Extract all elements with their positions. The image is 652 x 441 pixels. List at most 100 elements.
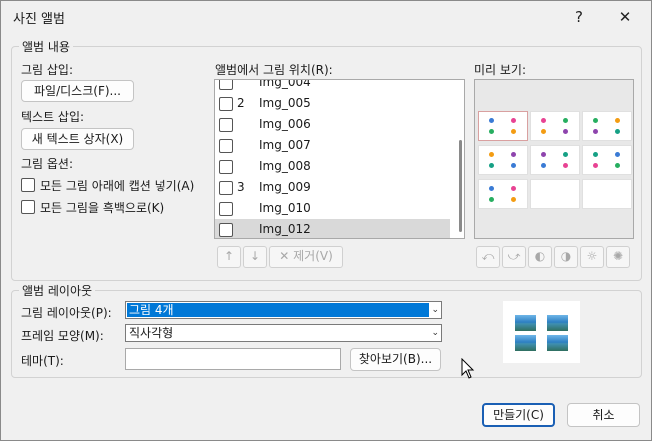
album-layout-legend: 앨범 레이아웃: [19, 282, 96, 299]
preview-dot: [593, 152, 598, 157]
layout-thumb-image: [546, 334, 569, 352]
picture-options-label: 그림 옵션:: [21, 157, 74, 171]
brightness-up-icon[interactable]: ☼: [580, 246, 604, 268]
preview-dot: [511, 186, 516, 191]
remove-icon: ✕: [279, 249, 290, 263]
move-down-button[interactable]: ↓: [243, 246, 267, 268]
chevron-down-icon: ⌄: [431, 328, 439, 338]
layout-thumb-image: [546, 314, 569, 332]
list-item-checkbox[interactable]: [219, 80, 233, 90]
insert-picture-label: 그림 삽입:: [21, 63, 74, 77]
caption-checkbox[interactable]: [21, 178, 35, 192]
list-item-checkbox[interactable]: [219, 97, 233, 111]
remove-label: 제거(V): [293, 249, 333, 263]
list-item[interactable]: Img_004: [215, 80, 450, 93]
preview-dot: [511, 118, 516, 123]
rotate-right-icon[interactable]: ⤻: [502, 246, 526, 268]
preview-dot: [489, 118, 494, 123]
picture-layout-value: 그림 4개: [127, 303, 429, 317]
layout-preview: [503, 301, 580, 363]
photo-album-dialog: 사진 앨범 ? ✕ 앨범 내용 그림 삽입: 파일/디스크(F)... 텍스트 …: [0, 0, 652, 441]
list-item-name: Img_007: [259, 138, 311, 152]
preview-tile: [582, 145, 632, 175]
browse-button[interactable]: 찾아보기(B)...: [350, 348, 441, 371]
preview-dot: [489, 129, 494, 134]
preview-dot: [511, 129, 516, 134]
brightness-down-icon[interactable]: ✺: [606, 246, 630, 268]
preview-dot: [563, 118, 568, 123]
preview-tile: [478, 111, 528, 141]
preview-dot: [489, 186, 494, 191]
album-content-legend: 앨범 내용: [19, 38, 73, 55]
preview-dot: [511, 197, 516, 202]
list-item-name: Img_006: [259, 117, 311, 131]
theme-label: 테마(T):: [21, 354, 64, 368]
list-item[interactable]: 2 Img_005: [215, 93, 450, 114]
list-scrollbar[interactable]: [459, 140, 462, 232]
frame-shape-value: 직사각형: [129, 326, 174, 340]
preview-dot: [511, 163, 516, 168]
list-item-name: Img_009: [259, 180, 311, 194]
list-item-checkbox[interactable]: [219, 139, 233, 153]
layout-thumb-image: [514, 314, 537, 332]
frame-shape-label: 프레임 모양(M):: [21, 329, 104, 343]
preview-label: 미리 보기:: [474, 63, 527, 77]
preview-dot: [593, 129, 598, 134]
preview-dot: [489, 197, 494, 202]
picture-layout-select[interactable]: 그림 4개 ⌄: [125, 301, 442, 319]
preview-tile: [478, 179, 528, 209]
dialog-title: 사진 앨범: [13, 12, 65, 27]
list-item-name: Img_005: [259, 96, 311, 110]
file-disk-button[interactable]: 파일/디스크(F)...: [21, 80, 134, 102]
contrast-down-icon[interactable]: ◑: [554, 246, 578, 268]
list-item[interactable]: Img_008: [215, 156, 450, 177]
list-item-checkbox[interactable]: [219, 223, 233, 237]
theme-input[interactable]: [125, 348, 341, 370]
new-textbox-button[interactable]: 새 텍스트 상자(X): [21, 128, 134, 150]
frame-shape-select[interactable]: 직사각형 ⌄: [125, 324, 442, 342]
list-item[interactable]: Img_010: [215, 198, 450, 219]
preview-dot: [593, 118, 598, 123]
move-up-button[interactable]: ↑: [217, 246, 241, 268]
preview-tile: [582, 179, 632, 209]
preview-dot: [593, 163, 598, 168]
list-item-checkbox[interactable]: [219, 118, 233, 132]
list-item-checkbox[interactable]: [219, 181, 233, 195]
caption-option-label[interactable]: 모든 그림 아래에 캡션 넣기(A): [40, 177, 194, 194]
create-button[interactable]: 만들기(C): [482, 403, 555, 427]
bw-checkbox[interactable]: [21, 200, 35, 214]
preview-dot: [615, 163, 620, 168]
remove-button[interactable]: ✕ 제거(V): [269, 246, 343, 268]
picture-list-label: 앨범에서 그림 위치(R):: [215, 63, 333, 77]
preview-dot: [489, 163, 494, 168]
list-item-number: 3: [237, 180, 245, 194]
preview-dot: [615, 129, 620, 134]
list-item[interactable]: Img_012: [215, 219, 450, 238]
help-button[interactable]: ?: [565, 4, 593, 30]
preview-dot: [563, 163, 568, 168]
picture-list[interactable]: Img_004 2 Img_005 Img_006 Img_007 Img_008 3 Img…: [214, 79, 465, 239]
list-item-number: 2: [237, 96, 245, 110]
list-item[interactable]: Img_006: [215, 114, 450, 135]
preview-dot: [615, 152, 620, 157]
preview-dot: [541, 129, 546, 134]
preview-dot: [541, 152, 546, 157]
preview-tile: [530, 179, 580, 209]
list-item[interactable]: Img_007: [215, 135, 450, 156]
list-item-checkbox[interactable]: [219, 160, 233, 174]
preview-dot: [563, 152, 568, 157]
preview-tile: [582, 111, 632, 141]
cancel-button[interactable]: 취소: [567, 403, 640, 427]
layout-thumb-image: [514, 334, 537, 352]
bw-option-label[interactable]: 모든 그림을 흑백으로(K): [40, 199, 164, 216]
list-item-checkbox[interactable]: [219, 202, 233, 216]
preview-tile: [530, 111, 580, 141]
rotate-left-icon[interactable]: ⤺: [476, 246, 500, 268]
list-item-name: Img_012: [259, 222, 311, 236]
list-item[interactable]: 3 Img_009: [215, 177, 450, 198]
list-item-name: Img_008: [259, 159, 311, 173]
contrast-up-icon[interactable]: ◐: [528, 246, 552, 268]
insert-text-label: 텍스트 삽입:: [21, 110, 85, 124]
preview-dot: [541, 163, 546, 168]
close-button[interactable]: ✕: [611, 4, 639, 30]
